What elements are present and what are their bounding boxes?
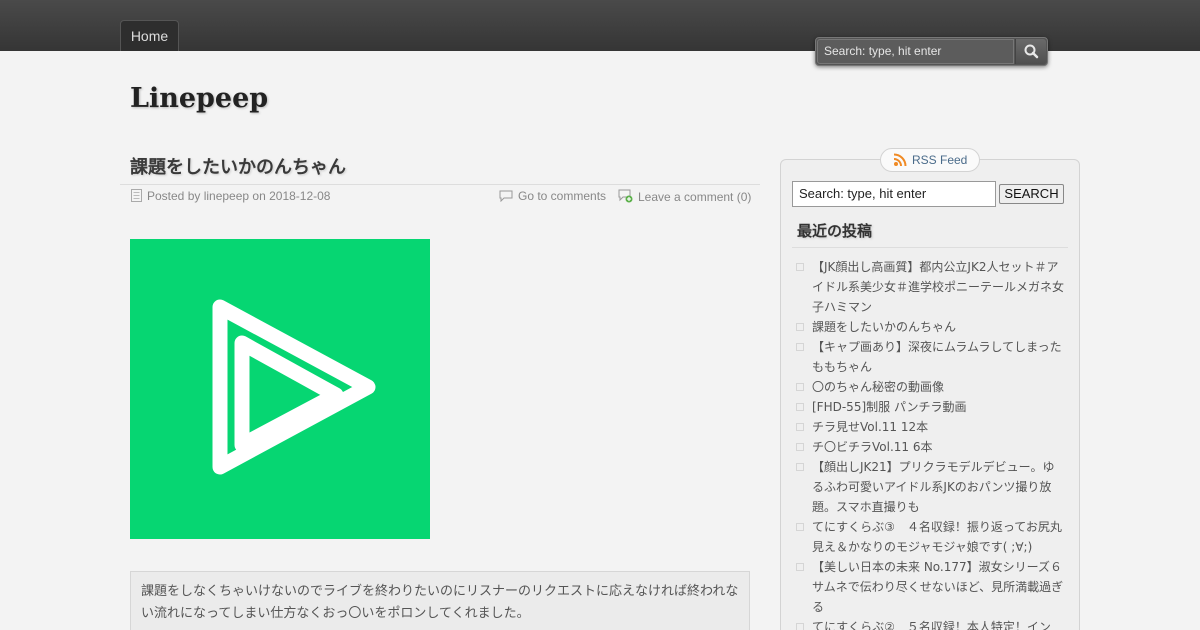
recent-posts-list: 【JK顔出し高画質】都内公立JK2人セット＃アイドル系美少女＃進学校ポニーテール…	[794, 257, 1074, 630]
leave-comment-link[interactable]: Leave a comment (0)	[618, 189, 751, 204]
sidebar-search-button[interactable]: SEARCH	[999, 184, 1064, 204]
rss-feed-link[interactable]: RSS Feed	[880, 148, 980, 172]
post-meta-author: Posted by linepeep on 2018-12-08	[131, 189, 330, 203]
post-title[interactable]: 課題をしたいかのんちゃん	[130, 153, 346, 179]
recent-post-link[interactable]: 〇のちゃん秘密の動画像	[812, 380, 944, 394]
bullet-icon	[796, 343, 804, 351]
recent-posts-divider	[792, 247, 1068, 248]
recent-post-link[interactable]: 【JK顔出し高画質】都内公立JK2人セット＃アイドル系美少女＃進学校ポニーテール…	[812, 260, 1064, 314]
header-search-button[interactable]	[1015, 39, 1046, 64]
recent-post-link[interactable]: チ〇ビチラVol.11 6本	[812, 440, 933, 454]
bullet-icon	[796, 423, 804, 431]
list-item[interactable]: 課題をしたいかのんちゃん	[794, 317, 1064, 337]
recent-post-link[interactable]: [FHD-55]制服 パンチラ動画	[812, 400, 967, 414]
header-search-box: Search: type, hit enter	[815, 37, 1048, 66]
post-meta-text: Posted by linepeep on 2018-12-08	[147, 189, 331, 203]
bullet-icon	[796, 383, 804, 391]
site-title[interactable]: Linepeep	[130, 83, 268, 114]
recent-posts-heading: 最近の投稿	[797, 222, 873, 240]
go-to-comments-link[interactable]: Go to comments	[499, 189, 606, 203]
bullet-icon	[796, 323, 804, 331]
recent-post-link[interactable]: てにすくらぶ③ ４名収録！振り返ってお尻丸見え＆かなりのモジャモジャ娘です( ;…	[812, 520, 1062, 554]
document-icon	[131, 189, 142, 202]
nav-home-tab[interactable]: Home	[120, 20, 179, 51]
go-to-comments-label: Go to comments	[518, 189, 607, 203]
speech-bubble-icon	[499, 190, 513, 202]
recent-post-link[interactable]: 【キャプ画あり】深夜にムラムラしてしまったももちゃん	[812, 340, 1062, 374]
add-comment-icon	[618, 189, 633, 203]
bullet-icon	[796, 563, 804, 571]
magnifier-icon	[1024, 44, 1039, 59]
leave-comment-label: Leave a comment (0)	[638, 190, 752, 204]
list-item[interactable]: チ〇ビチラVol.11 6本	[794, 437, 1064, 457]
bullet-icon	[796, 463, 804, 471]
recent-post-link[interactable]: 【顔出しJK21】プリクラモデルデビュー。ゆるふわ可愛いアイドル系JKのおパンツ…	[812, 460, 1055, 514]
list-item[interactable]: 【JK顔出し高画質】都内公立JK2人セット＃アイドル系美少女＃進学校ポニーテール…	[794, 257, 1064, 317]
list-item[interactable]: 【キャプ画あり】深夜にムラムラしてしまったももちゃん	[794, 337, 1064, 377]
header-search-input[interactable]: Search: type, hit enter	[817, 39, 1014, 64]
post-excerpt: 課題をしなくちゃいけないのでライブを終わりたいのにリスナーのリクエストに応えなけ…	[130, 571, 750, 630]
recent-post-link[interactable]: チラ見せVol.11 12本	[812, 420, 928, 434]
recent-post-link[interactable]: 課題をしたいかのんちゃん	[812, 320, 956, 334]
list-item[interactable]: 【美しい日本の未来 No.177】淑女シリーズ６ サムネで伝わり尽くせないほど、…	[794, 557, 1074, 617]
list-item[interactable]: 〇のちゃん秘密の動画像	[794, 377, 1064, 397]
recent-post-link[interactable]: 【美しい日本の未来 No.177】淑女シリーズ６ サムネで伝わり尽くせないほど、…	[812, 560, 1074, 614]
sidebar-search-input[interactable]: Search: type, hit enter	[792, 181, 996, 207]
list-item[interactable]: 【顔出しJK21】プリクラモデルデビュー。ゆるふわ可愛いアイドル系JKのおパンツ…	[794, 457, 1064, 517]
post-title-divider	[120, 184, 760, 185]
bullet-icon	[796, 523, 804, 531]
list-item[interactable]: チラ見せVol.11 12本	[794, 417, 1064, 437]
rss-feed-label: RSS Feed	[912, 153, 968, 167]
list-item[interactable]: てにすくらぶ③ ４名収録！振り返ってお尻丸見え＆かなりのモジャモジャ娘です( ;…	[794, 517, 1064, 557]
recent-post-link[interactable]: てにすくらぶ② ５名収録！本人特定！イン	[812, 620, 1051, 630]
bullet-icon	[796, 263, 804, 271]
list-item[interactable]: [FHD-55]制服 パンチラ動画	[794, 397, 1064, 417]
bullet-icon	[796, 403, 804, 411]
rss-icon	[893, 153, 907, 167]
post-thumbnail[interactable]	[130, 239, 430, 539]
play-logo-icon	[212, 299, 376, 475]
bullet-icon	[796, 623, 804, 630]
list-item[interactable]: てにすくらぶ② ５名収録！本人特定！イン	[794, 617, 1064, 630]
bullet-icon	[796, 443, 804, 451]
